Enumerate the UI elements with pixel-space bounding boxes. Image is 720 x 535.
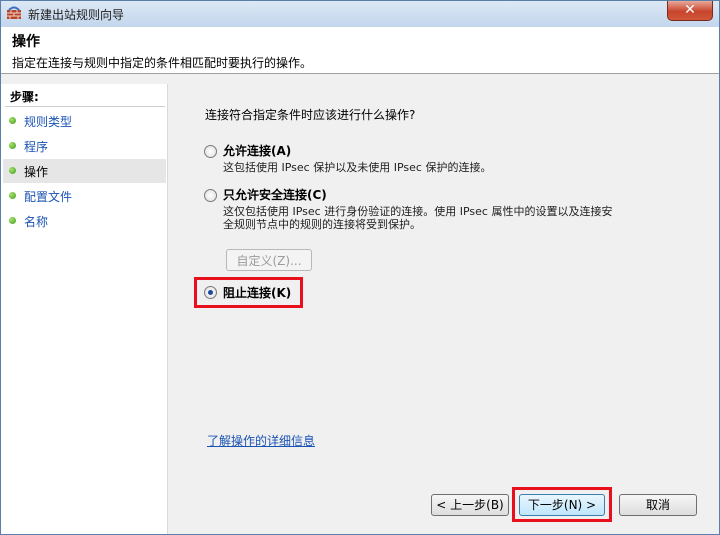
nav-item-name[interactable]: 名称 [3, 209, 166, 233]
steps-nav: 步骤: 规则类型 程序 操作 配置文件 名称 [1, 84, 168, 534]
window-title: 新建出站规则向导 [28, 8, 125, 22]
green-dot-icon [9, 192, 16, 199]
allow-connection-desc: 这包括使用 IPsec 保护以及未使用 IPsec 保护的连接。 [223, 161, 492, 174]
close-icon: ✕ [684, 2, 696, 18]
page-header: 操作 指定在连接与规则中指定的条件相匹配时要执行的操作。 [1, 27, 719, 74]
allow-secure-radio[interactable] [204, 189, 217, 202]
allow-connection-radio[interactable] [204, 145, 217, 158]
close-button[interactable]: ✕ [667, 1, 713, 21]
block-connection-radio[interactable] [204, 286, 217, 299]
learn-more-link[interactable]: 了解操作的详细信息 [207, 432, 315, 449]
next-button[interactable]: 下一步(N) > [519, 494, 605, 516]
green-dot-icon [9, 217, 16, 224]
nav-item-action[interactable]: 操作 [3, 159, 166, 183]
title-bar[interactable]: 新建出站规则向导 ✕ [1, 1, 719, 27]
green-dot-icon [9, 117, 16, 124]
nav-item-profile[interactable]: 配置文件 [3, 184, 166, 208]
cancel-button[interactable]: 取消 [619, 494, 697, 516]
green-dot-icon [9, 142, 16, 149]
action-question: 连接符合指定条件时应该进行什么操作? [205, 108, 416, 122]
green-dot-icon [9, 167, 16, 174]
firewall-icon [7, 6, 21, 19]
back-button[interactable]: < 上一步(B) [431, 494, 509, 516]
customize-button[interactable]: 自定义(Z)... [226, 249, 312, 271]
page-title: 操作 [12, 34, 40, 50]
nav-item-label: 规则类型 [24, 115, 73, 129]
page-subtitle: 指定在连接与规则中指定的条件相匹配时要执行的操作。 [12, 56, 313, 70]
block-connection-label[interactable]: 阻止连接(K) [223, 284, 291, 301]
steps-divider [5, 106, 165, 107]
nav-item-program[interactable]: 程序 [3, 134, 166, 158]
nav-item-label: 程序 [24, 140, 49, 154]
allow-connection-label[interactable]: 允许连接(A) [223, 142, 291, 159]
nav-item-label: 名称 [24, 215, 49, 229]
main-panel: 连接符合指定条件时应该进行什么操作? 允许连接(A) 这包括使用 IPsec 保… [171, 84, 719, 534]
allow-secure-label[interactable]: 只允许安全连接(C) [223, 186, 327, 203]
allow-secure-desc-line1: 这仅包括使用 IPsec 进行身份验证的连接。使用 IPsec 属性中的设置以及… [223, 205, 613, 218]
nav-item-label: 操作 [24, 165, 49, 179]
nav-item-label: 配置文件 [24, 190, 73, 204]
wizard-window: 新建出站规则向导 ✕ 操作 指定在连接与规则中指定的条件相匹配时要执行的操作。 … [0, 0, 720, 535]
steps-heading: 步骤: [10, 90, 39, 104]
allow-secure-desc-line2: 全规则节点中的规则的连接将受到保护。 [223, 218, 421, 231]
nav-item-rule-type[interactable]: 规则类型 [3, 109, 166, 133]
